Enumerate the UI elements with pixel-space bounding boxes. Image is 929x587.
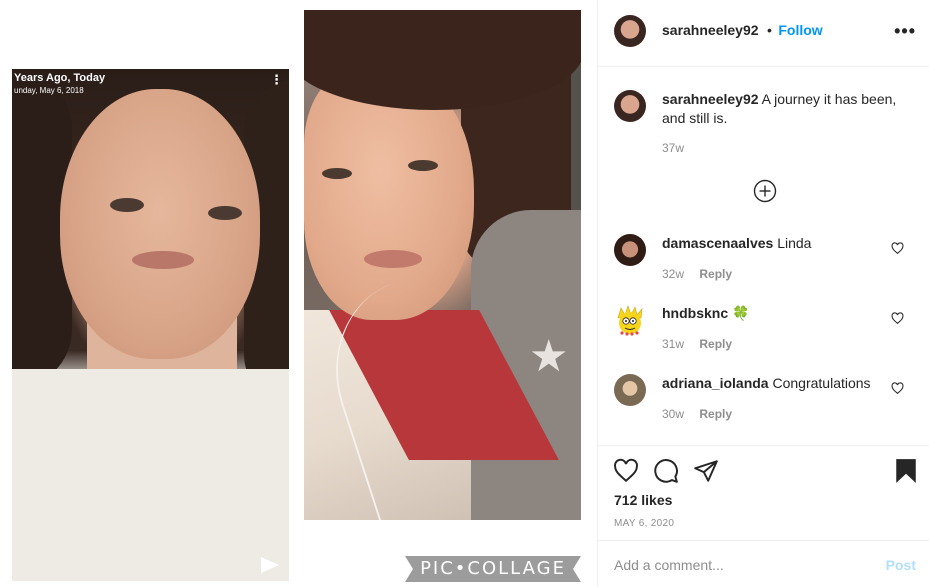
photo-lips <box>132 251 194 269</box>
add-comment-bar: Post <box>598 540 929 587</box>
caption-age: 37w <box>662 141 685 155</box>
follow-button[interactable]: Follow <box>778 22 822 38</box>
likes-count[interactable]: 712 likes <box>614 492 672 508</box>
comment-icon[interactable] <box>653 458 679 484</box>
photo-eye-right <box>208 206 242 220</box>
add-comment-input[interactable] <box>614 553 864 577</box>
bookmark-icon[interactable] <box>893 458 919 484</box>
post-comment-button[interactable]: Post <box>886 557 916 573</box>
header-user-line: sarahneeley92 • Follow <box>662 22 823 40</box>
reply-button[interactable]: Reply <box>699 407 732 421</box>
comment-meta: 30w Reply <box>662 407 732 421</box>
comment-username[interactable]: adriana_iolanda <box>662 375 769 391</box>
photo-tank-top <box>12 369 289 581</box>
snap-caption-title: Years Ago, Today <box>14 72 106 84</box>
photo-face <box>60 89 260 359</box>
comment-username[interactable]: hndbsknc <box>662 305 728 321</box>
comment-text-block: hndbsknc 🍀 <box>662 304 882 323</box>
comment-text: Congratulations <box>772 375 871 391</box>
like-comment-heart-icon[interactable] <box>891 382 904 395</box>
share-icon[interactable] <box>693 458 719 484</box>
header-separator: • <box>766 22 772 38</box>
reply-button[interactable]: Reply <box>699 267 732 281</box>
comment-age: 31w <box>662 337 685 351</box>
post-header: sarahneeley92 • Follow ••• <box>598 0 929 67</box>
comments-section[interactable]: sarahneeley92 A journey it has been, and… <box>598 67 929 445</box>
load-more-comments-icon[interactable] <box>753 179 777 203</box>
comment-meta: 31w Reply <box>662 337 732 351</box>
comment-username[interactable]: damascenaalves <box>662 235 773 251</box>
like-comment-heart-icon[interactable] <box>891 242 904 255</box>
photo-eye-left <box>110 198 144 212</box>
photo-eye-left <box>322 168 352 179</box>
comment-age: 32w <box>662 267 685 281</box>
post-actions: 712 likes MAY 6, 2020 <box>598 445 929 540</box>
photo-lips <box>364 250 422 268</box>
post-side-panel: sarahneeley92 • Follow ••• sarahneeley92… <box>597 0 929 587</box>
pic-collage-watermark: PIC•COLLAGE <box>405 556 581 582</box>
comment-age: 30w <box>662 407 685 421</box>
caption-text-block: sarahneeley92 A journey it has been, and… <box>662 90 912 128</box>
owner-username[interactable]: sarahneeley92 <box>662 22 759 38</box>
commenter-avatar[interactable] <box>614 374 646 406</box>
commenter-avatar[interactable] <box>614 234 646 266</box>
more-options-icon[interactable]: ••• <box>894 22 916 40</box>
right-photo: ★ <box>304 10 581 520</box>
snap-send-icon <box>261 557 279 573</box>
snap-caption-date: unday, May 6, 2018 <box>14 86 84 95</box>
post-date: MAY 6, 2020 <box>614 518 675 529</box>
clover-emoji: 🍀 <box>732 305 750 321</box>
post-media[interactable]: Years Ago, Today unday, May 6, 2018 ⋮ ★ … <box>0 0 597 587</box>
commenter-avatar[interactable] <box>614 304 646 336</box>
snap-caption: Years Ago, Today unday, May 6, 2018 <box>14 71 105 97</box>
comment-text-block: damascenaalves Linda <box>662 234 882 253</box>
left-photo: Years Ago, Today unday, May 6, 2018 ⋮ <box>12 69 289 581</box>
caption-avatar[interactable] <box>614 90 646 122</box>
comment-text-block: adriana_iolanda Congratulations <box>662 374 882 393</box>
caption-username[interactable]: sarahneeley92 <box>662 91 759 107</box>
heart-icon[interactable] <box>613 458 639 484</box>
photo-eye-right <box>408 160 438 171</box>
comment-meta: 32w Reply <box>662 267 732 281</box>
like-comment-heart-icon[interactable] <box>891 312 904 325</box>
reply-button[interactable]: Reply <box>699 337 732 351</box>
snap-more-icon: ⋮ <box>270 72 283 87</box>
owner-avatar[interactable] <box>614 15 646 47</box>
photo-star-pattern: ★ <box>529 332 569 381</box>
comment-text: Linda <box>777 235 812 251</box>
